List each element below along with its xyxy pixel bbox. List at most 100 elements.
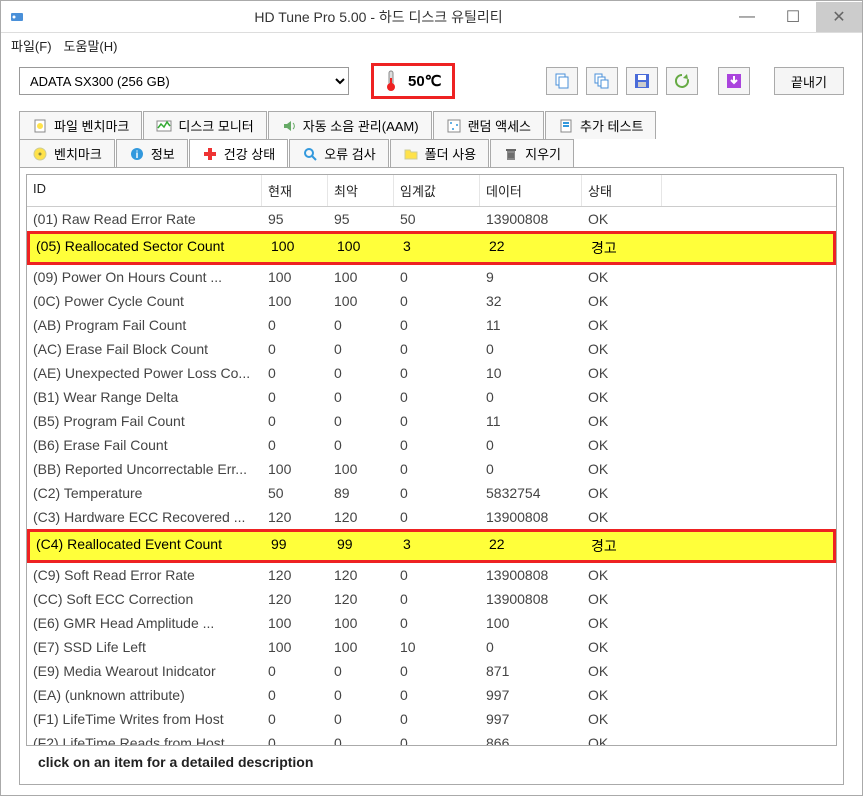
aam-icon [281,118,297,134]
maximize-button[interactable]: ☐ [770,2,816,32]
error-scan-icon [302,146,318,162]
menu-file[interactable]: 파일(F) [11,36,52,55]
menu-help[interactable]: 도움말(H) [64,36,118,55]
health-row[interactable]: (EA) (unknown attribute)000997OK [27,683,836,707]
cell: 22 [483,532,585,560]
health-row[interactable]: (E9) Media Wearout Inidcator000871OK [27,659,836,683]
cell: 120 [328,587,394,611]
cell: 120 [328,563,394,587]
col-header-data[interactable]: 데이터 [480,175,582,206]
health-row[interactable]: (AE) Unexpected Power Loss Co...00010OK [27,361,836,385]
col-header-threshold[interactable]: 임계값 [394,175,480,206]
cell: 0 [262,659,328,683]
cell: 0 [262,385,328,409]
cell: (F2) LifeTime Reads from Host ... [27,731,262,746]
titlebar-buttons: — ☐ ✕ [724,2,862,32]
close-button[interactable]: ✕ [816,2,862,32]
cell: 0 [262,707,328,731]
save-button[interactable] [626,67,658,95]
cell: 0 [394,683,480,707]
cell: 13900808 [480,563,582,587]
refresh-button[interactable] [666,67,698,95]
cell: 0 [262,433,328,457]
cell: 0 [394,457,480,481]
temperature-display: 50℃ [371,63,455,99]
menubar: 파일(F) 도움말(H) [1,33,862,57]
cell: OK [582,433,662,457]
cell: 0 [394,505,480,529]
cell: 0 [480,385,582,409]
col-header-status[interactable]: 상태 [582,175,662,206]
health-icon [202,146,218,162]
cell: (C9) Soft Read Error Rate [27,563,262,587]
tab-erase[interactable]: 지우기 [490,139,574,167]
tab-label: 오류 검사 [324,144,375,163]
cell: 0 [328,683,394,707]
tab-extra-tests[interactable]: 추가 테스트 [545,111,656,139]
cell: 0 [480,457,582,481]
health-row[interactable]: (B6) Erase Fail Count0000OK [27,433,836,457]
health-row[interactable]: (05) Reallocated Sector Count100100322경고 [27,231,836,265]
health-row[interactable]: (C3) Hardware ECC Recovered ...120120013… [27,505,836,529]
minimize-button[interactable]: — [724,2,770,32]
cell: 50 [262,481,328,505]
health-row[interactable]: (C4) Reallocated Event Count9999322경고 [27,529,836,563]
cell: 100 [480,611,582,635]
cell: 0 [394,731,480,746]
file-bench-icon [32,118,48,134]
tab-random-access[interactable]: 랜덤 액세스 [433,111,544,139]
titlebar-title: HD Tune Pro 5.00 - 하드 디스크 유틸리티 [33,7,724,27]
tab-error-scan[interactable]: 오류 검사 [289,139,388,167]
footer-hint: click on an item for a detailed descript… [26,746,837,778]
cell: 10 [480,361,582,385]
cell: OK [582,731,662,746]
tab-file-bench[interactable]: 파일 벤치마크 [19,111,142,139]
tab-health[interactable]: 건강 상태 [189,139,288,167]
cell: 120 [262,505,328,529]
drive-select[interactable]: ADATA SX300 (256 GB) [19,67,349,95]
tab-label: 자동 소음 관리(AAM) [303,116,419,135]
cell: 100 [262,611,328,635]
download-button[interactable] [718,67,750,95]
cell: (C3) Hardware ECC Recovered ... [27,505,262,529]
health-row[interactable]: (C2) Temperature508905832754OK [27,481,836,505]
col-header-id[interactable]: ID [27,175,262,206]
col-header-current[interactable]: 현재 [262,175,328,206]
folder-usage-icon [403,146,419,162]
health-row[interactable]: (E6) GMR Head Amplitude ...1001000100OK [27,611,836,635]
copy-button[interactable] [546,67,578,95]
health-row[interactable]: (BB) Reported Uncorrectable Err...100100… [27,457,836,481]
health-row[interactable]: (B5) Program Fail Count00011OK [27,409,836,433]
cell: OK [582,481,662,505]
health-row[interactable]: (F1) LifeTime Writes from Host000997OK [27,707,836,731]
cell: 0 [328,361,394,385]
cell: OK [582,385,662,409]
health-row[interactable]: (01) Raw Read Error Rate95955013900808OK [27,207,836,231]
tab-folder-usage[interactable]: 폴더 사용 [390,139,489,167]
cell: 871 [480,659,582,683]
health-row[interactable]: (C9) Soft Read Error Rate120120013900808… [27,563,836,587]
cell: OK [582,683,662,707]
cell: 95 [262,207,328,231]
health-row[interactable]: (0C) Power Cycle Count100100032OK [27,289,836,313]
health-row[interactable]: (AB) Program Fail Count00011OK [27,313,836,337]
health-row[interactable]: (E7) SSD Life Left100100100OK [27,635,836,659]
tab-aam[interactable]: 자동 소음 관리(AAM) [268,111,432,139]
cell: 5832754 [480,481,582,505]
cell: 13900808 [480,505,582,529]
health-row[interactable]: (AC) Erase Fail Block Count0000OK [27,337,836,361]
health-row[interactable]: (F2) LifeTime Reads from Host ...000866O… [27,731,836,746]
cell: 0 [262,409,328,433]
tab-benchmark[interactable]: 벤치마크 [19,139,115,167]
health-row[interactable]: (CC) Soft ECC Correction120120013900808O… [27,587,836,611]
health-row[interactable]: (B1) Wear Range Delta0000OK [27,385,836,409]
col-header-worst[interactable]: 최악 [328,175,394,206]
cell: 0 [328,337,394,361]
cell: 0 [394,385,480,409]
copy-all-button[interactable] [586,67,618,95]
tab-info[interactable]: i정보 [116,139,188,167]
tab-disk-monitor[interactable]: 디스크 모니터 [143,111,266,139]
health-row[interactable]: (09) Power On Hours Count ...10010009OK [27,265,836,289]
exit-button[interactable]: 끝내기 [774,67,844,95]
cell: 13900808 [480,207,582,231]
